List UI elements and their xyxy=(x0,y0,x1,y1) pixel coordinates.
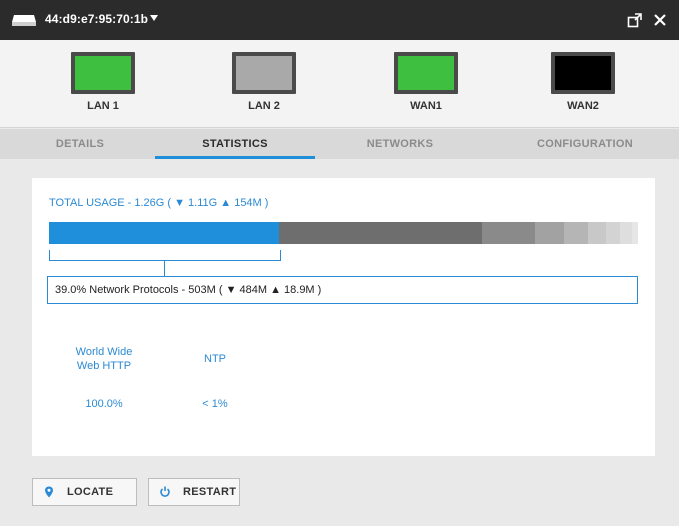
usage-bar-segment[interactable] xyxy=(481,222,535,244)
selection-bracket-stem xyxy=(164,261,165,276)
usage-bar-segment[interactable] xyxy=(534,222,565,244)
close-icon[interactable] xyxy=(652,12,668,28)
tab-bar: DETAILS STATISTICS NETWORKS CONFIGURATIO… xyxy=(0,129,679,159)
protocol-percent-ntp: < 1% xyxy=(202,398,228,410)
port-label: WAN1 xyxy=(410,100,442,112)
caret-down-icon[interactable] xyxy=(150,15,158,21)
restart-button[interactable]: RESTART xyxy=(148,478,240,506)
restart-icon xyxy=(160,486,170,497)
port-indicator xyxy=(394,52,458,94)
total-usage-label: TOTAL USAGE - 1.26G ( ▼ 1.11G ▲ 154M ) xyxy=(49,197,269,209)
protocol-name-ntp[interactable]: NTP xyxy=(190,352,240,366)
usage-bar-segment[interactable] xyxy=(278,222,482,244)
title-bar: 44:d9:e7:95:70:1b xyxy=(0,0,679,40)
port-label: LAN 2 xyxy=(248,100,280,112)
tab-configuration[interactable]: CONFIGURATION xyxy=(500,129,670,159)
usage-bar-segment[interactable] xyxy=(620,222,633,244)
protocol-name-line: World Wide xyxy=(75,346,133,358)
port-wan2[interactable]: WAN2 xyxy=(543,52,623,112)
port-status-row: LAN 1 LAN 2 WAN1 WAN2 xyxy=(0,40,679,128)
restart-button-label: RESTART xyxy=(183,486,237,498)
port-wan1[interactable]: WAN1 xyxy=(386,52,466,112)
usage-bar-segment[interactable] xyxy=(564,222,588,244)
locate-button[interactable]: LOCATE xyxy=(32,478,137,506)
usage-bar-segment[interactable] xyxy=(587,222,606,244)
usage-bar-segment[interactable] xyxy=(632,222,638,244)
selected-category-detail: 39.0% Network Protocols - 503M ( ▼ 484M … xyxy=(47,276,638,304)
port-indicator xyxy=(232,52,296,94)
port-indicator xyxy=(71,52,135,94)
port-label: LAN 1 xyxy=(87,100,119,112)
locate-button-label: LOCATE xyxy=(67,486,114,498)
tab-statistics[interactable]: STATISTICS xyxy=(155,129,315,159)
device-icon xyxy=(12,15,36,26)
usage-bar[interactable] xyxy=(49,222,638,244)
port-label: WAN2 xyxy=(567,100,599,112)
tab-details[interactable]: DETAILS xyxy=(0,129,160,159)
port-indicator xyxy=(551,52,615,94)
usage-bar-segment[interactable] xyxy=(49,222,279,244)
statistics-panel: TOTAL USAGE - 1.26G ( ▼ 1.11G ▲ 154M ) 3… xyxy=(32,178,655,456)
port-lan2[interactable]: LAN 2 xyxy=(224,52,304,112)
protocol-name-line: NTP xyxy=(204,353,226,365)
usage-bar-segment[interactable] xyxy=(605,222,621,244)
port-lan1[interactable]: LAN 1 xyxy=(63,52,143,112)
protocol-percent-http: 100.0% xyxy=(85,398,123,410)
selection-bracket xyxy=(49,250,281,261)
popout-icon[interactable] xyxy=(627,12,643,28)
tab-networks[interactable]: NETWORKS xyxy=(320,129,480,159)
protocol-name-http[interactable]: World Wide Web HTTP xyxy=(64,345,144,373)
location-pin-icon xyxy=(45,486,53,498)
device-mac-label[interactable]: 44:d9:e7:95:70:1b xyxy=(45,12,148,26)
protocol-name-line: Web HTTP xyxy=(76,360,132,372)
